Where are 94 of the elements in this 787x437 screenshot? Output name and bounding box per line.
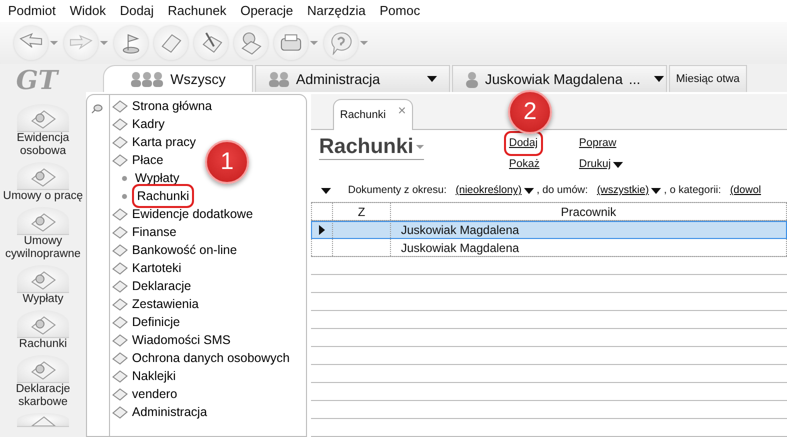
context-tab[interactable]: Administracja bbox=[255, 65, 450, 92]
tree-item[interactable]: Administracja bbox=[110, 403, 306, 421]
caret-icon bbox=[416, 144, 424, 148]
card-icon bbox=[112, 405, 128, 419]
menu-item[interactable]: Operacje bbox=[240, 1, 294, 21]
menu-item[interactable]: Podmiot bbox=[8, 1, 56, 21]
tree-item[interactable]: Ochrona danych osobowych bbox=[110, 349, 306, 367]
filter-link[interactable]: (nieokreślony) bbox=[450, 183, 534, 199]
card-icon bbox=[112, 369, 128, 383]
caret-icon bbox=[360, 41, 368, 45]
tree-item[interactable]: Strona główna bbox=[110, 97, 306, 115]
card-icon bbox=[112, 117, 128, 131]
tree-item[interactable]: Zestawienia bbox=[110, 295, 306, 313]
sidebar-item[interactable]: Umowy cywilnoprawne bbox=[0, 207, 86, 261]
tree-item[interactable]: Rachunki bbox=[110, 187, 306, 205]
caret-icon bbox=[100, 41, 108, 45]
table-cell: Juskowiak Magdalena bbox=[391, 239, 787, 256]
filter-label: , do umów: bbox=[536, 183, 588, 198]
caret-icon bbox=[612, 162, 623, 168]
people-icon bbox=[268, 71, 290, 87]
caret-icon bbox=[524, 188, 534, 194]
table-cell: Juskowiak Magdalena bbox=[391, 221, 787, 238]
close-button[interactable]: × bbox=[398, 103, 406, 117]
filter-label: , o kategorii: bbox=[664, 183, 722, 198]
tree-item[interactable]: Kartoteki bbox=[110, 259, 306, 277]
action-link[interactable]: Dodaj bbox=[507, 134, 540, 153]
tree-item[interactable]: Finanse bbox=[110, 223, 306, 241]
menu-item[interactable]: Narzędzia bbox=[307, 1, 366, 21]
help-icon bbox=[329, 31, 353, 55]
context-tab[interactable]: Miesiąc otwa bbox=[669, 65, 747, 92]
section-title[interactable]: Rachunki bbox=[319, 134, 424, 160]
card-icon bbox=[112, 387, 128, 401]
toolbar-button[interactable] bbox=[324, 26, 368, 60]
toolbar-button[interactable] bbox=[234, 26, 268, 60]
card-icon bbox=[112, 135, 128, 149]
table-row[interactable]: Juskowiak Magdalena bbox=[311, 221, 787, 239]
toolbar-button[interactable] bbox=[14, 26, 58, 60]
row-pointer-icon bbox=[319, 224, 325, 234]
caret-icon bbox=[50, 41, 58, 45]
tree-item[interactable]: Wiadomości SMS bbox=[110, 331, 306, 349]
caret-icon bbox=[650, 188, 661, 194]
people-icon bbox=[130, 71, 164, 87]
logo: GT bbox=[15, 66, 58, 98]
tree-item[interactable]: Bankowość on-line bbox=[110, 241, 306, 259]
card-icon bbox=[112, 243, 128, 257]
context-tab[interactable]: Juskowiak Magdalena ... bbox=[452, 65, 667, 92]
menu-item[interactable]: Rachunek bbox=[168, 1, 226, 21]
toolbar-button[interactable] bbox=[64, 26, 108, 60]
menu-item[interactable]: Widok bbox=[70, 1, 106, 21]
toolbar-button[interactable] bbox=[114, 26, 148, 60]
sidebar-item[interactable]: Deklaracje skarbowe bbox=[0, 355, 86, 409]
sidebar-item[interactable]: Umowy o pracę bbox=[0, 162, 86, 203]
card-icon bbox=[112, 333, 128, 347]
card-icon bbox=[112, 351, 128, 365]
collapse-caret-icon[interactable] bbox=[321, 188, 331, 194]
card-icon bbox=[112, 315, 128, 329]
toolbar-button[interactable] bbox=[194, 26, 228, 60]
tree-item[interactable]: Deklaracje bbox=[110, 277, 306, 295]
sidebar-item[interactable]: Rachunki bbox=[0, 310, 86, 351]
card-icon bbox=[112, 261, 128, 275]
card-icon bbox=[112, 225, 128, 239]
card-icon bbox=[112, 99, 128, 113]
column-header[interactable]: Z bbox=[333, 203, 391, 220]
bullet-dot bbox=[122, 194, 127, 198]
caret-icon bbox=[310, 41, 318, 45]
tree-item[interactable]: Definicje bbox=[110, 313, 306, 331]
sidebar-item[interactable]: Wypłaty bbox=[0, 265, 86, 306]
action-link[interactable]: Drukuj bbox=[577, 155, 625, 174]
card-icon bbox=[112, 153, 128, 167]
bullet-dot bbox=[122, 176, 127, 180]
toolbar-button[interactable] bbox=[274, 26, 318, 60]
context-tab[interactable]: Wszyscy bbox=[103, 65, 253, 92]
column-header[interactable]: Pracownik bbox=[391, 203, 787, 220]
filter-label: Dokumenty z okresu: bbox=[348, 183, 447, 198]
filter-link[interactable]: (wszystkie) bbox=[590, 183, 661, 199]
filter-link[interactable]: (dowol bbox=[724, 183, 761, 199]
tree-item[interactable]: Ewidencje dodatkowe bbox=[110, 205, 306, 223]
tree-item[interactable]: Naklejki bbox=[110, 367, 306, 385]
action-link[interactable]: Popraw bbox=[577, 134, 618, 153]
person-icon bbox=[465, 70, 479, 88]
document-tab[interactable]: Rachunki × bbox=[333, 99, 413, 130]
sidebar-item[interactable]: Ewidencja osobowa bbox=[0, 104, 86, 158]
table-row[interactable]: Juskowiak Magdalena bbox=[311, 239, 787, 257]
pin-icon[interactable] bbox=[91, 104, 103, 114]
card-icon bbox=[112, 297, 128, 311]
tree-item[interactable]: vendero bbox=[110, 385, 306, 403]
card-icon bbox=[112, 207, 128, 221]
menu-item[interactable]: Pomoc bbox=[380, 1, 420, 21]
menu-item[interactable]: Dodaj bbox=[120, 1, 154, 21]
card-icon bbox=[112, 279, 128, 293]
caret-icon bbox=[427, 76, 437, 82]
toolbar-button[interactable] bbox=[154, 26, 188, 60]
action-link[interactable]: Pokaż bbox=[507, 155, 542, 174]
tree-item[interactable]: Kadry bbox=[110, 115, 306, 133]
